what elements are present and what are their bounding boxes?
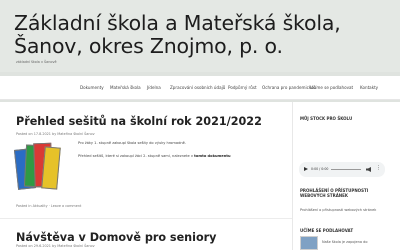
post-text-line-2: Přehled sešitů, které si zakoupí žáci 2.… [78, 154, 231, 158]
notebook-yellow [41, 146, 61, 190]
learn-thumbnail [300, 236, 318, 250]
notebooks-image [13, 139, 61, 199]
nav-item-jidelna[interactable]: Jídelna [147, 85, 161, 90]
main-navigation: Dokumenty Mateřská škola Jídelna Zpracov… [0, 76, 400, 100]
post-separator [0, 218, 292, 219]
nav-item-ucime-se[interactable]: Učíme se podlahovat [310, 85, 353, 90]
post-title[interactable]: Přehled sešitů na školní rok 2021/2022 [16, 115, 262, 128]
column-divider [292, 102, 293, 250]
nav-item-materska-skola[interactable]: Mateřská škola [110, 85, 141, 90]
learn-text: Naše škola je zapojena do [322, 240, 368, 244]
widget-title-accessibility: PROHLÁŠENÍ O PŘÍSTUPNOSTI WEBOVÝCH STRÁN… [300, 188, 369, 198]
nav-item-kontakty[interactable]: Kontakty [360, 85, 378, 90]
accessibility-link[interactable]: Prohlášení o přístupnosti webových strán… [300, 208, 376, 212]
nav-item-osobni-udaje[interactable]: Zpracování osobních údajů [170, 85, 225, 90]
document-link[interactable]: tomto dokumentu [194, 154, 230, 158]
play-icon[interactable] [304, 167, 308, 171]
nav-item-podpurny-rust[interactable]: Podpůrný růst [228, 85, 257, 90]
progress-track[interactable] [331, 169, 361, 170]
post-text-line-1: Pro žáky 1. stupně zakoupí škola sešity … [78, 141, 187, 145]
post-meta: Posted on 17.8.2021 by Mateřina školní Š… [16, 132, 95, 136]
site-title[interactable]: Základní škola a Mateřská škola, Šanov, … [14, 12, 374, 58]
post-title[interactable]: Návštěva v Domově pro seniory [16, 231, 216, 244]
more-options-icon[interactable]: ⋮ [376, 166, 381, 171]
site-tagline: základní škola v Šanově [16, 60, 57, 64]
nav-item-dokumenty[interactable]: Dokumenty [80, 85, 104, 90]
widget-title-learn: UČÍME SE PODLAHOVAT [300, 228, 354, 233]
nav-item-ochrana[interactable]: Ochrana pro pandemickou [262, 85, 316, 90]
post-meta: Posted on 29.6.2021 by Mateřina školní Š… [16, 244, 95, 248]
widget-title-school: MŮJ STOCK PRO ŠKOLU [300, 116, 353, 121]
volume-icon[interactable] [366, 167, 371, 172]
post-text-prefix: Přehled sešitů, které si zakoupí žáci 2.… [78, 154, 194, 158]
site-header: Základní škola a Mateřská škola, Šanov, … [0, 0, 400, 72]
player-time: 0:00 / 0:00 [311, 167, 329, 171]
post-footer[interactable]: Posted in Aktuality · Leave a comment [16, 204, 81, 208]
audio-player[interactable]: 0:00 / 0:00 ⋮ [299, 162, 385, 177]
